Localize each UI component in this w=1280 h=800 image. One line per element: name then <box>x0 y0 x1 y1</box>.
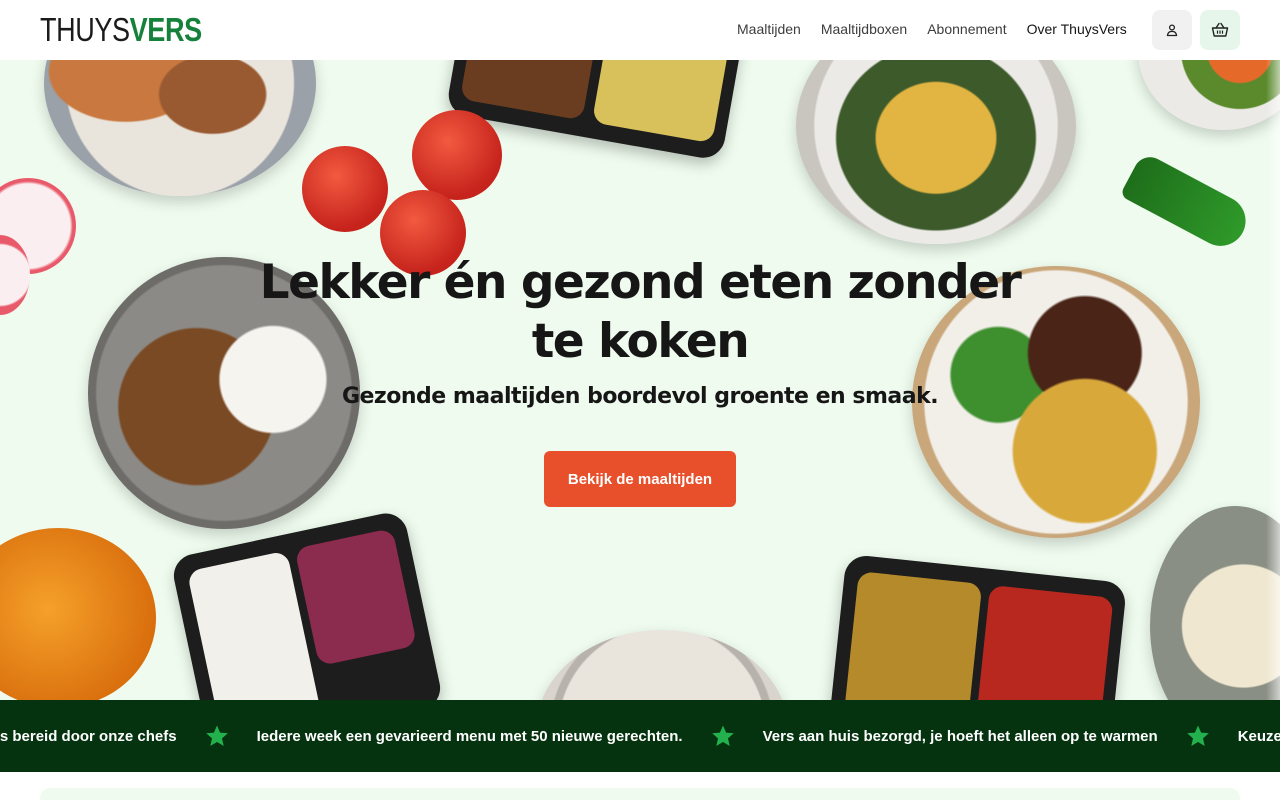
scroll-edge <box>1266 60 1280 700</box>
hero-subtitle: Gezonde maaltijden boordevol groente en … <box>341 384 939 409</box>
pumpkin-image <box>0 528 156 700</box>
star-icon <box>1186 724 1210 748</box>
logo-text-vers: VERS <box>129 11 202 48</box>
nav-link-maaltijdboxen[interactable]: Maaltijdboxen <box>821 20 907 38</box>
hero-section: Lekker én gezond eten zonder te koken Ge… <box>0 60 1280 700</box>
nav-link-abonnement[interactable]: Abonnement <box>927 20 1006 38</box>
usp-marquee: g vers bereid door onze chefs Iedere wee… <box>0 700 1280 772</box>
main-nav: Maaltijden Maaltijdboxen Abonnement Over… <box>737 20 1147 38</box>
plate-potato-salad-image <box>796 60 1076 244</box>
plate-creamy-pasta-image <box>1150 506 1280 700</box>
account-button[interactable] <box>1152 10 1192 50</box>
tomatoes-image <box>302 146 388 232</box>
nav-link-over-thuysvers[interactable]: Over ThuysVers <box>1027 20 1127 38</box>
user-icon <box>1166 24 1178 37</box>
tomato-image <box>412 110 502 200</box>
hero-title: Lekker én gezond eten zonder te koken <box>259 255 1022 369</box>
marquee-item: g vers bereid door onze chefs <box>0 727 177 745</box>
marquee-track: g vers bereid door onze chefs Iedere wee… <box>0 700 1280 772</box>
tray-rice-cabbage-image <box>169 509 445 700</box>
site-header: THUYSVERS Maaltijden Maaltijdboxen Abonn… <box>0 0 1280 60</box>
basket-icon <box>1211 22 1229 37</box>
plate-peas-image <box>1138 60 1280 130</box>
view-meals-button[interactable]: Bekijk de maaltijden <box>544 451 736 507</box>
logo-text-thuys: THUYS <box>40 11 130 48</box>
tray-ratatouille-image <box>826 553 1128 700</box>
marquee-item: Keuze i <box>1237 727 1280 745</box>
marquee-item: Vers aan huis bezorgd, je hoeft het alle… <box>762 727 1158 745</box>
plate-chicken-curry-image <box>536 630 788 700</box>
next-section-card <box>40 788 1240 800</box>
cart-button[interactable] <box>1200 10 1240 50</box>
plate-rice-chicken-image <box>44 60 316 196</box>
jalapeno-image <box>1119 151 1255 255</box>
star-icon <box>711 724 735 748</box>
nav-link-maaltijden[interactable]: Maaltijden <box>737 20 801 38</box>
star-icon <box>205 724 229 748</box>
logo[interactable]: THUYSVERS <box>40 13 202 47</box>
marquee-item: Iedere week een gevarieerd menu met 50 n… <box>256 727 683 745</box>
